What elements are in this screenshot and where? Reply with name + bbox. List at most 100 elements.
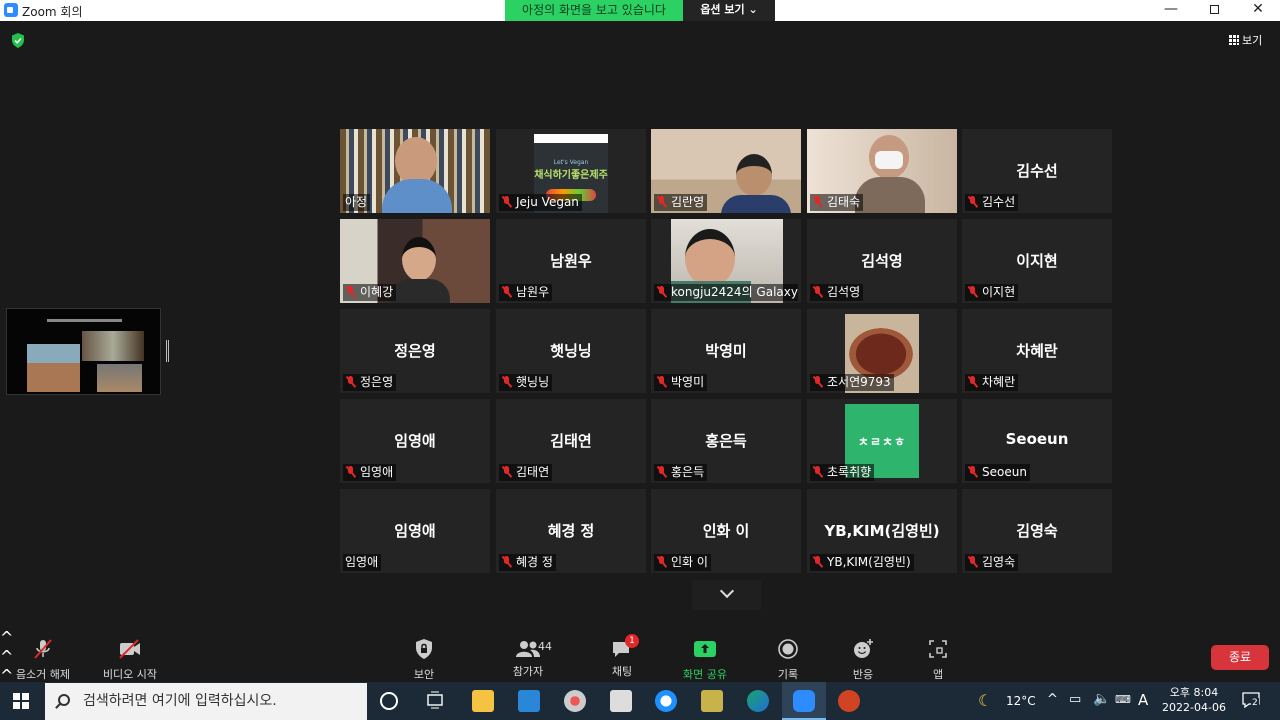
participant-tile[interactable]: 김영숙 김영숙 [962, 489, 1112, 573]
security-button[interactable]: 보안 [404, 638, 444, 682]
notification-center-button[interactable]: 2 [1241, 691, 1261, 712]
participant-display-name: Seoeun [1005, 430, 1069, 448]
participant-tile[interactable]: YB,KIM(김영빈) YB,KIM(김영빈) [807, 489, 957, 573]
file-explorer-icon[interactable] [472, 690, 494, 712]
paint-app-icon[interactable] [564, 690, 586, 712]
close-button[interactable]: ✕ [1236, 0, 1280, 21]
participant-tile[interactable]: 김태숙 [807, 129, 957, 213]
microphone-muted-icon [967, 376, 978, 388]
participant-tile[interactable]: 김석영 김석영 [807, 219, 957, 303]
encryption-shield-icon[interactable] [11, 33, 25, 48]
notification-count: 2 [1251, 698, 1259, 708]
record-icon [778, 639, 798, 659]
participant-name-label: 햇닝닝 [499, 374, 553, 391]
windows-start-icon[interactable] [13, 693, 29, 709]
clock[interactable]: 오후 8:04 2022-04-06 [1158, 685, 1230, 715]
participant-name-label: YB,KIM(김영빈) [810, 554, 914, 571]
powerpoint-icon[interactable] [838, 690, 860, 712]
participant-display-name: 인화 이 [702, 522, 750, 540]
network-icon[interactable]: ▭ [1069, 692, 1081, 707]
temperature[interactable]: 12°C [1006, 694, 1036, 708]
thumbnail-photo [27, 344, 80, 392]
microphone-muted-icon [501, 286, 512, 298]
reactions-label: 반응 [852, 668, 874, 681]
view-options-button[interactable]: 옵션 보기 ⌄ [683, 0, 775, 21]
participant-tile[interactable]: kongju2424의 Galaxy ... [651, 219, 801, 303]
participants-button[interactable]: 44 참가자 [500, 638, 556, 679]
participant-tile[interactable]: 아정 [340, 129, 490, 213]
calculator-icon[interactable] [610, 690, 632, 712]
participant-tile[interactable]: 혜경 정 혜경 정 [496, 489, 646, 573]
participant-name-label: 김영숙 [965, 554, 1019, 571]
participant-tile[interactable]: 김태연 김태연 [496, 399, 646, 483]
participant-tile[interactable]: 홍은득 홍은득 [651, 399, 801, 483]
participant-tile[interactable]: 햇닝닝 햇닝닝 [496, 309, 646, 393]
participant-name-label: 김란영 [654, 194, 708, 211]
start-video-button[interactable]: 비디오 시작 [96, 638, 164, 682]
participant-tile[interactable]: 임영애 임영애 [340, 489, 490, 573]
participant-tile[interactable]: 이지현 이지현 [962, 219, 1112, 303]
participant-tile[interactable]: 김수선 김수선 [962, 129, 1112, 213]
microphone-muted-icon [812, 286, 823, 298]
end-meeting-button[interactable]: 종료 [1211, 645, 1269, 670]
participant-name: kongju2424의 Galaxy ... [671, 285, 798, 299]
participant-tile[interactable]: 임영애 임영애 [340, 399, 490, 483]
windows-taskbar: 검색하려면 여기에 입력하십시오. ☾ 12°C ^ ▭ 🔈 ⌨ A 오후 8:… [0, 682, 1280, 720]
participant-name: 이혜강 [360, 285, 394, 299]
zoom-app-icon [4, 3, 18, 17]
participant-tile[interactable]: 남원우 남원우 [496, 219, 646, 303]
participant-name-label: 임영애 [343, 554, 382, 571]
participant-display-name: 정은영 [394, 342, 436, 360]
cortana-icon[interactable] [380, 692, 398, 710]
next-page-button[interactable] [692, 580, 761, 610]
participant-name: 이지현 [982, 285, 1016, 299]
participant-display-name: 박영미 [705, 342, 747, 360]
participant-name-label: 조서연9793 [810, 374, 894, 391]
participant-tile[interactable]: 정은영 정은영 [340, 309, 490, 393]
chat-badge: 1 [625, 634, 639, 648]
participant-tile[interactable]: 이혜강 [340, 219, 490, 303]
reactions-button[interactable]: 반응 [843, 638, 883, 682]
participant-tile[interactable]: 조서연9793 [807, 309, 957, 393]
microphone-muted-icon [345, 466, 356, 478]
speaker-icon[interactable]: 🔈 [1093, 691, 1110, 707]
resize-handle[interactable] [166, 340, 169, 362]
participant-tile[interactable]: 김란영 [651, 129, 801, 213]
record-button[interactable]: 기록 [768, 638, 808, 682]
view-button[interactable]: 보기 [1229, 32, 1262, 48]
smiley-icon [854, 639, 873, 658]
participant-tile[interactable]: Seoeun Seoeun [962, 399, 1112, 483]
participant-display-name: 혜경 정 [547, 522, 595, 540]
participant-name-label: 김태숙 [810, 194, 864, 211]
internet-explorer-icon[interactable] [655, 690, 677, 712]
microphone-muted-icon [656, 556, 667, 568]
sticky-notes-icon[interactable] [701, 690, 723, 712]
taskbar-search-box[interactable]: 검색하려면 여기에 입력하십시오. [45, 683, 367, 720]
shared-screen-thumbnail[interactable] [6, 308, 161, 395]
keyboard-icon[interactable]: ⌨ [1115, 693, 1131, 706]
microphone-muted-icon [501, 466, 512, 478]
share-screen-button[interactable]: 화면 공유 [676, 638, 734, 682]
store-app-icon[interactable] [518, 690, 540, 712]
apps-button[interactable]: 앱 [918, 638, 958, 682]
show-hidden-icons[interactable]: ^ [1047, 692, 1058, 707]
microphone-muted-icon [345, 286, 356, 298]
participant-tile[interactable]: ㅊㄹㅊㅎ 초록취향 [807, 399, 957, 483]
participant-tile[interactable]: Let's Vegan 채식하기좋은제주 Jeju Vegan [496, 129, 646, 213]
green-logo-text: ㅊㄹㅊㅎ [857, 435, 907, 449]
participant-name-label: 박영미 [654, 374, 708, 391]
ime-indicator[interactable]: A [1138, 691, 1148, 709]
participant-tile[interactable]: 박영미 박영미 [651, 309, 801, 393]
microphone-muted-icon [812, 376, 823, 388]
minimize-button[interactable]: — [1149, 0, 1193, 21]
unmute-button[interactable]: 음소거 해제 [8, 638, 78, 682]
maximize-button[interactable] [1192, 0, 1236, 21]
participant-tile[interactable]: 차혜란 차혜란 [962, 309, 1112, 393]
participant-tile[interactable]: 인화 이 인화 이 [651, 489, 801, 573]
task-view-icon[interactable] [425, 690, 447, 712]
weather-moon-icon[interactable]: ☾ [978, 691, 992, 710]
participant-display-name: 홍은득 [705, 432, 747, 450]
zoom-taskbar-button[interactable] [782, 682, 826, 720]
edge-browser-icon[interactable] [747, 690, 769, 712]
chat-button[interactable]: 1 채팅 [602, 634, 642, 679]
